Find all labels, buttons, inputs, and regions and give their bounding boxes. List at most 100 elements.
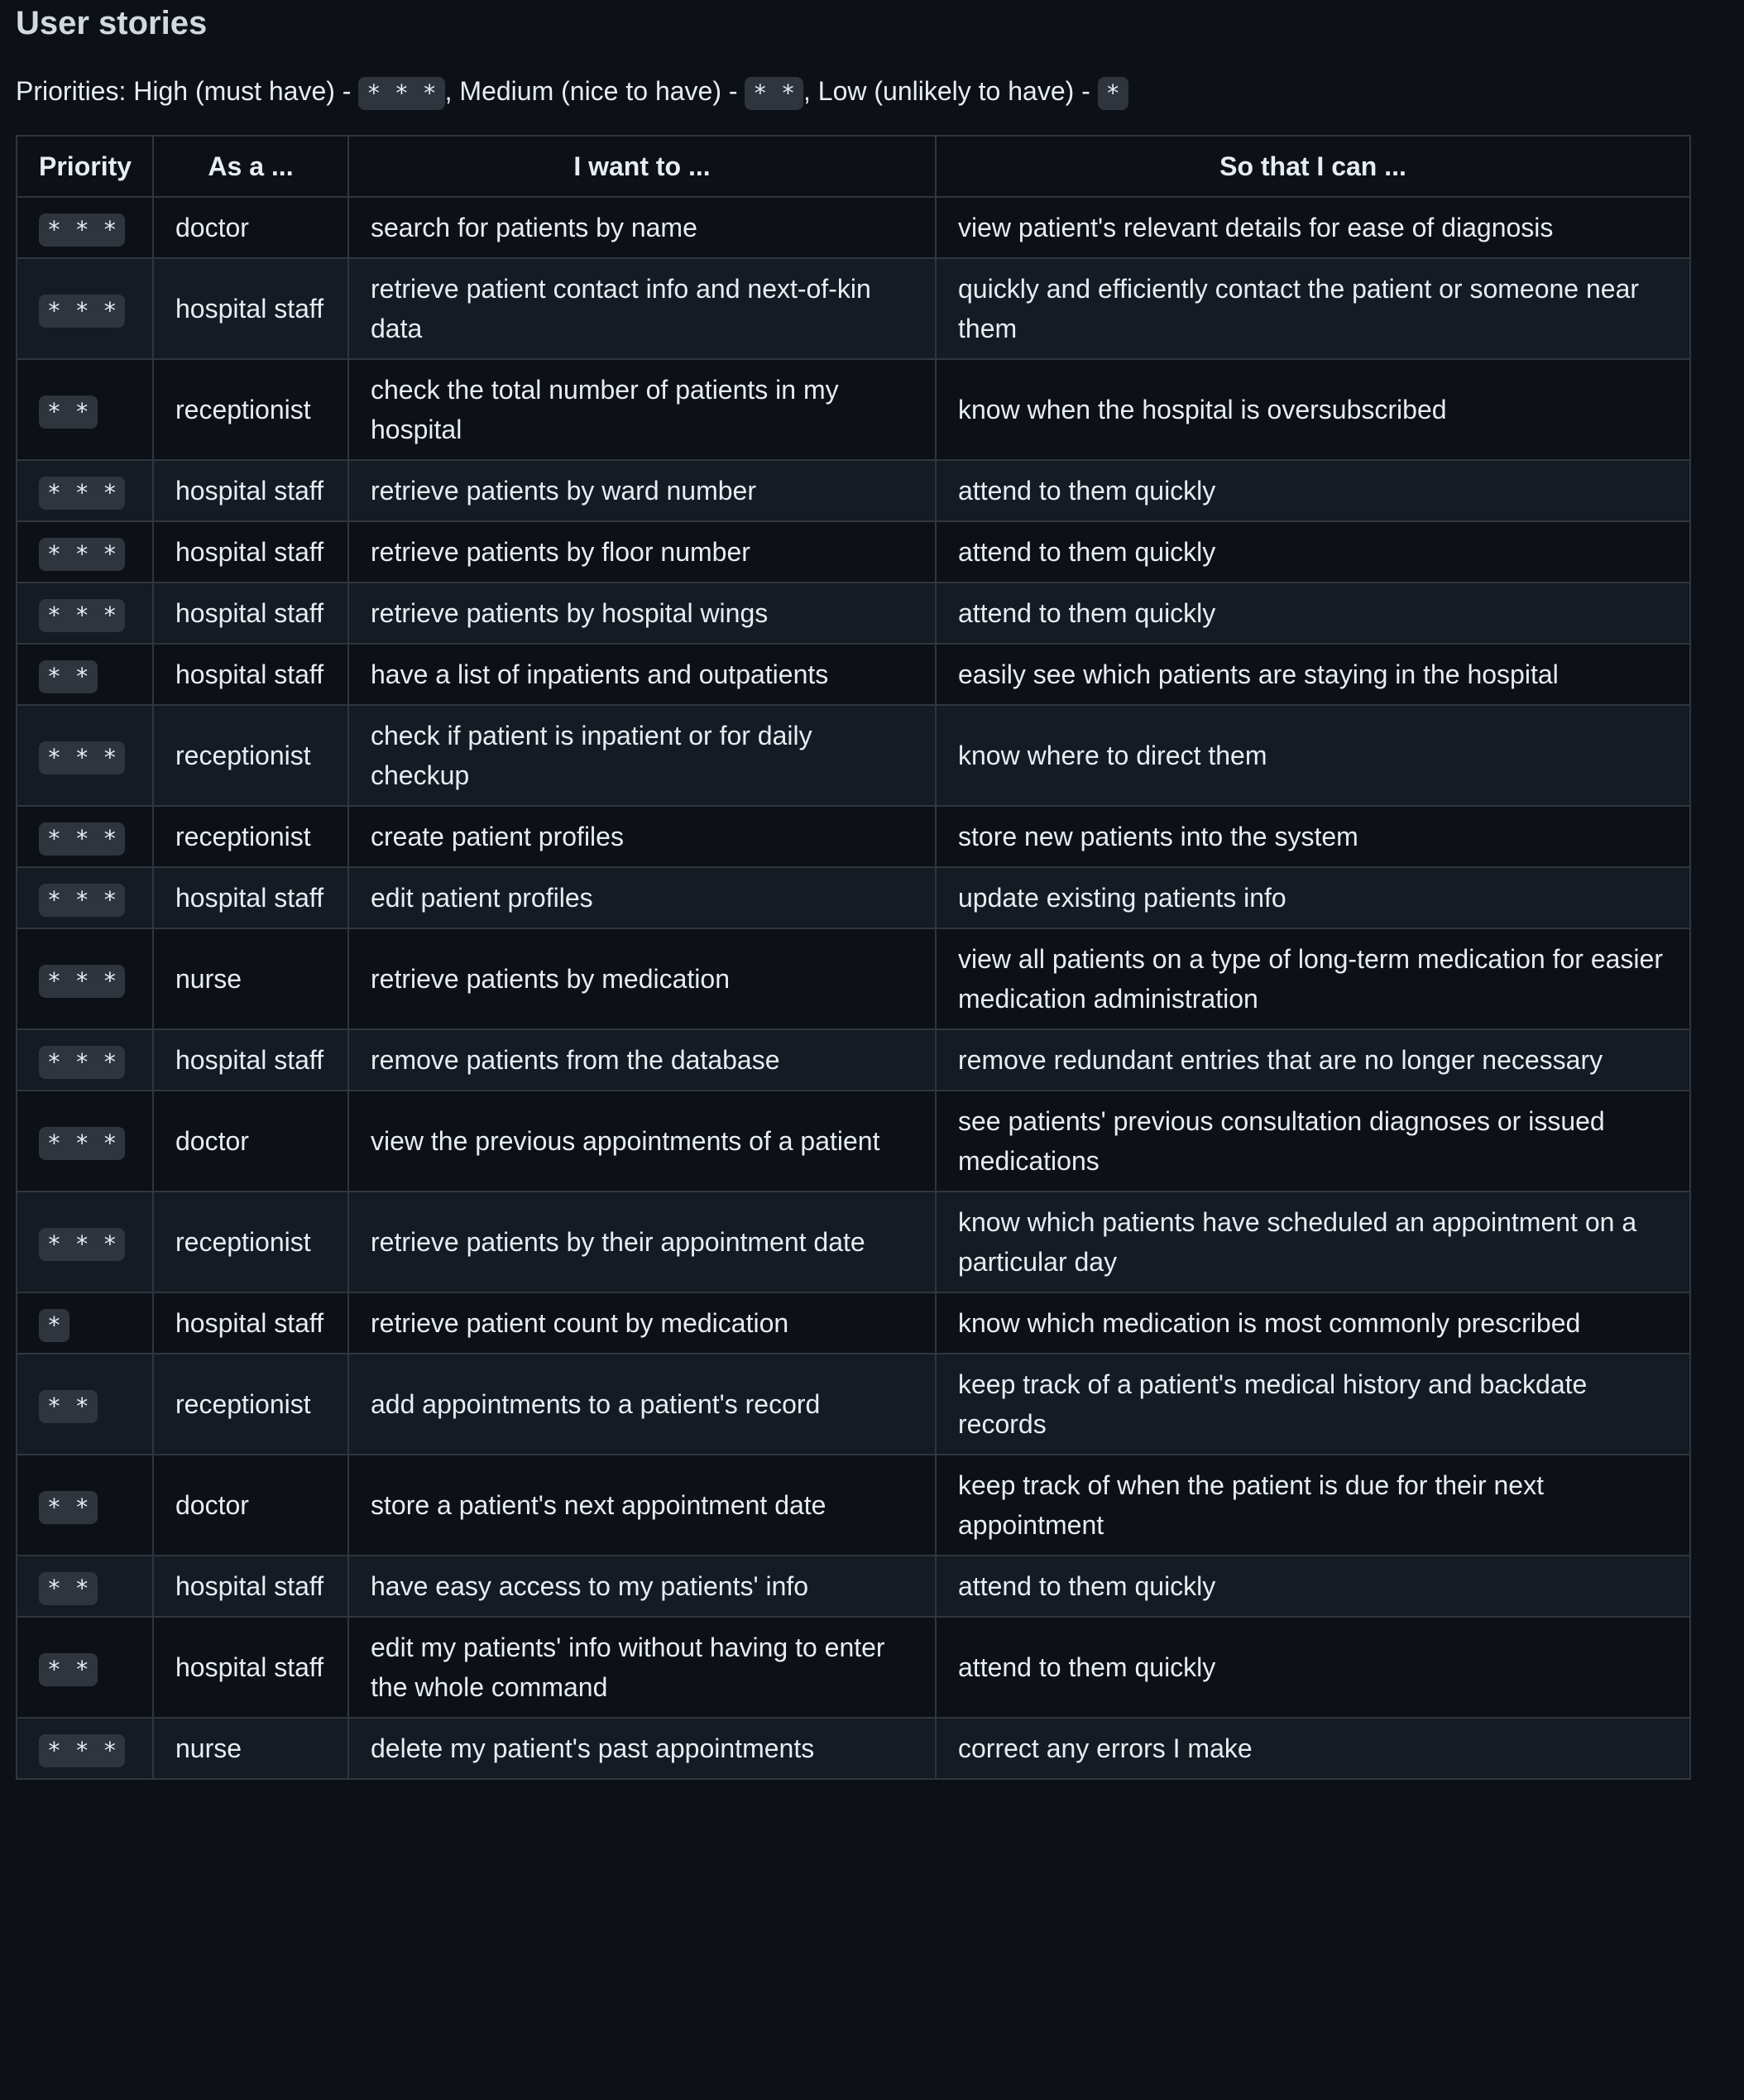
want-cell: retrieve patients by their appointment d… (347, 1191, 937, 1293)
want-cell: search for patients by name (347, 196, 937, 259)
priority-cell: * * (16, 358, 154, 461)
role-cell: receptionist (152, 1191, 349, 1293)
priority-cell: * * * (16, 459, 154, 522)
priority-chip: * * (39, 1571, 98, 1605)
table-row: * * * hospital staff remove patients from … (16, 1028, 1691, 1091)
want-cell: check the total number of patients in my… (347, 358, 937, 461)
role-cell: nurse (152, 928, 349, 1030)
benefit-cell: correct any errors I make (935, 1717, 1691, 1780)
benefit-cell: remove redundant entries that are no lon… (935, 1028, 1691, 1091)
want-cell: add appointments to a patient's record (347, 1353, 937, 1455)
table-row: * * * nurse delete my patient's past appoi… (16, 1717, 1691, 1780)
benefit-cell: keep track of a patient's medical histor… (935, 1353, 1691, 1455)
want-cell: retrieve patient contact info and next-o… (347, 257, 937, 360)
benefit-cell: attend to them quickly (935, 1616, 1691, 1719)
benefit-cell: know when the hospital is oversubscribed (935, 358, 1691, 461)
table-row: * * receptionist check the total number of… (16, 358, 1691, 461)
benefit-cell: attend to them quickly (935, 1555, 1691, 1618)
want-cell: store a patient's next appointment date (347, 1454, 937, 1556)
table-row: * * * hospital staff retrieve patients by … (16, 582, 1691, 645)
priority-cell: * * * (16, 257, 154, 360)
role-cell: hospital staff (152, 257, 349, 360)
want-cell: retrieve patients by floor number (347, 520, 937, 583)
benefit-cell: attend to them quickly (935, 582, 1691, 645)
table-row: * * * receptionist check if patient is inp… (16, 704, 1691, 807)
want-cell: have easy access to my patients' info (347, 1555, 937, 1618)
priority-chip: * * * (39, 964, 126, 998)
want-cell: edit my patients' info without having to… (347, 1616, 937, 1719)
benefit-cell: keep track of when the patient is due fo… (935, 1454, 1691, 1556)
priority-chip: * * * (39, 476, 126, 510)
role-cell: hospital staff (152, 1292, 349, 1354)
role-cell: hospital staff (152, 643, 349, 706)
want-cell: check if patient is inpatient or for dai… (347, 704, 937, 807)
priority-chip: * * * (39, 1126, 126, 1160)
priority-cell: * * (16, 1616, 154, 1719)
role-cell: hospital staff (152, 866, 349, 929)
priority-chip: * * (39, 1652, 98, 1686)
table-row: * * * receptionist create patient profiles… (16, 805, 1691, 868)
role-cell: hospital staff (152, 1616, 349, 1719)
header-priority: Priority (16, 135, 154, 198)
priority-chip: * * * (39, 537, 126, 571)
medium-priority-chip: * * (745, 76, 803, 110)
table-row: * * * doctor view the previous appointment… (16, 1090, 1691, 1192)
priority-cell: * * (16, 1555, 154, 1618)
benefit-cell: know which medication is most commonly p… (935, 1292, 1691, 1354)
table-row: * * receptionist add appointments to a pat… (16, 1353, 1691, 1455)
priority-cell: * * * (16, 520, 154, 583)
want-cell: remove patients from the database (347, 1028, 937, 1091)
role-cell: doctor (152, 1090, 349, 1192)
want-cell: edit patient profiles (347, 866, 937, 929)
priority-cell: * * * (16, 928, 154, 1030)
want-cell: have a list of inpatients and outpatient… (347, 643, 937, 706)
benefit-cell: view all patients on a type of long-term… (935, 928, 1691, 1030)
priority-chip: * * (39, 395, 98, 429)
benefit-cell: view patient's relevant details for ease… (935, 196, 1691, 259)
header-role: As a ... (152, 135, 349, 198)
priority-chip: * * * (39, 213, 126, 247)
priority-chip: * * * (39, 883, 126, 917)
user-stories-table: Priority As a ... I want to ... So that … (16, 135, 1691, 1780)
priority-chip: * (39, 1308, 69, 1342)
priorities-medium-text: , Medium (nice to have) - (444, 76, 745, 106)
benefit-cell: know which patients have scheduled an ap… (935, 1191, 1691, 1293)
role-cell: hospital staff (152, 459, 349, 522)
benefit-cell: easily see which patients are staying in… (935, 643, 1691, 706)
priority-cell: * * * (16, 582, 154, 645)
table-row: * * hospital staff edit my patients' info … (16, 1616, 1691, 1719)
priority-cell: * * * (16, 196, 154, 259)
priority-cell: * (16, 1292, 154, 1354)
benefit-cell: attend to them quickly (935, 459, 1691, 522)
benefit-cell: update existing patients info (935, 866, 1691, 929)
priority-chip: * * (39, 1490, 98, 1524)
benefit-cell: know where to direct them (935, 704, 1691, 807)
role-cell: hospital staff (152, 1555, 349, 1618)
table-row: * * hospital staff have a list of inpatien… (16, 643, 1691, 706)
want-cell: retrieve patient count by medication (347, 1292, 937, 1354)
benefit-cell: store new patients into the system (935, 805, 1691, 868)
priority-chip: * * * (39, 294, 126, 328)
role-cell: receptionist (152, 1353, 349, 1455)
priority-cell: * * (16, 1353, 154, 1455)
priorities-prefix: Priorities: High (must have) - (16, 76, 359, 106)
priority-cell: * * * (16, 866, 154, 929)
priority-chip: * * * (39, 822, 126, 856)
priority-cell: * * * (16, 1090, 154, 1192)
table-row: * * * hospital staff retrieve patients by … (16, 520, 1691, 583)
priority-chip: * * * (39, 741, 126, 774)
want-cell: create patient profiles (347, 805, 937, 868)
table-row: * * * receptionist retrieve patients by th… (16, 1191, 1691, 1293)
want-cell: view the previous appointments of a pati… (347, 1090, 937, 1192)
benefit-cell: quickly and efficiently contact the pati… (935, 257, 1691, 360)
priority-chip: * * * (39, 598, 126, 632)
role-cell: hospital staff (152, 520, 349, 583)
priority-cell: * * * (16, 704, 154, 807)
role-cell: doctor (152, 1454, 349, 1556)
role-cell: hospital staff (152, 582, 349, 645)
priority-chip: * * (39, 1389, 98, 1423)
table-row: * * * hospital staff retrieve patient cont… (16, 257, 1691, 360)
priority-cell: * * * (16, 1028, 154, 1091)
role-cell: hospital staff (152, 1028, 349, 1091)
want-cell: delete my patient's past appointments (347, 1717, 937, 1780)
